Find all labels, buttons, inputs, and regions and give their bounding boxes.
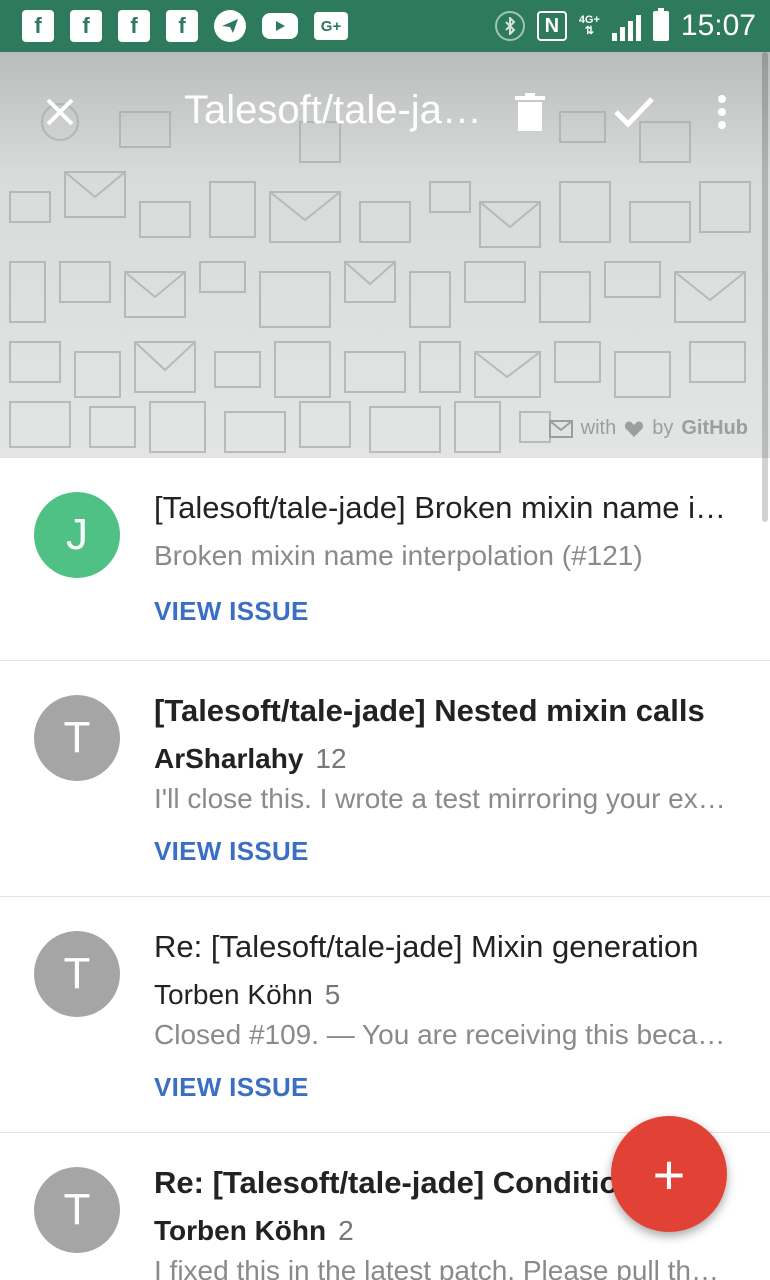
check-icon	[614, 97, 654, 128]
thread-title: Talesoft/tale-jade	[184, 88, 484, 132]
notification-icons: f f f f G+	[0, 10, 348, 42]
avatar[interactable]: T	[34, 695, 120, 781]
status-bar: f f f f G+ N 4G+ ⇅ 15:07	[0, 0, 770, 52]
mail-icon	[548, 419, 573, 438]
facebook-icon: f	[118, 10, 150, 42]
message-count: 2	[338, 1215, 354, 1246]
sender-name: ArSharlahy	[154, 743, 304, 774]
heart-icon	[625, 421, 644, 437]
message-snippet: Broken mixin name interpolation (#121)	[154, 540, 643, 571]
youtube-icon	[262, 13, 298, 39]
close-icon	[46, 98, 74, 126]
message-snippet: I'll close this. I wrote a test mirrorin…	[154, 783, 734, 814]
avatar[interactable]: J	[34, 492, 120, 578]
avatar[interactable]: T	[34, 931, 120, 1017]
message-subject: Re: [Talesoft/tale-jade] Mixin generatio…	[154, 929, 699, 964]
list-item[interactable]: T [Talesoft/tale-jade] Nested mixin call…	[0, 661, 770, 897]
message-count: 12	[315, 743, 347, 774]
close-button[interactable]	[28, 80, 92, 144]
trash-icon	[515, 93, 545, 131]
network-type-label: 4G+ ⇅	[578, 14, 600, 37]
facebook-icon: f	[70, 10, 102, 42]
sender-name: Torben Köhn	[154, 1215, 327, 1246]
compose-button[interactable]: +	[611, 1116, 727, 1232]
message-count: 5	[324, 979, 341, 1010]
signal-icon	[611, 11, 641, 41]
view-issue-link[interactable]: VIEW ISSUE	[154, 596, 309, 627]
facebook-icon: f	[22, 10, 54, 42]
list-item[interactable]: J [Talesoft/tale-jade] Broken mixin name…	[0, 458, 770, 661]
view-issue-link[interactable]: VIEW ISSUE	[154, 1072, 309, 1103]
clock: 15:07	[680, 9, 756, 42]
github-brand: GitHub	[681, 417, 748, 439]
sender-name: Torben Köhn	[154, 979, 313, 1010]
message-subject: [Talesoft/tale-jade] Broken mixin name i…	[154, 490, 734, 525]
message-subject: [Talesoft/tale-jade] Nested mixin calls	[154, 693, 705, 728]
delete-button[interactable]	[500, 80, 560, 144]
bluetooth-icon	[494, 11, 525, 41]
credit-with: with	[580, 417, 617, 439]
credit-by: by	[652, 417, 674, 439]
scrollbar[interactable]	[762, 52, 768, 522]
message-sender: Torben Köhn 2	[154, 1215, 354, 1247]
view-issue-link[interactable]: VIEW ISSUE	[154, 836, 309, 867]
more-options-button[interactable]	[700, 80, 744, 144]
action-bar: Talesoft/tale-jade	[0, 80, 770, 144]
avatar[interactable]: T	[34, 1167, 120, 1253]
message-snippet: Closed #109. — You are receiving this be…	[154, 1019, 734, 1050]
nfc-icon: N	[536, 11, 567, 41]
list-item[interactable]: T Re: [Talesoft/tale-jade] Mixin generat…	[0, 897, 770, 1133]
battery-icon	[652, 8, 669, 41]
facebook-icon: f	[166, 10, 198, 42]
message-sender: ArSharlahy 12	[154, 743, 347, 775]
message-snippet: I fixed this in the latest patch. Please…	[154, 1255, 734, 1280]
telegram-icon	[214, 10, 246, 42]
thread-header: Talesoft/tale-jade with by GitHub	[0, 52, 770, 458]
google-plus-icon: G+	[314, 12, 348, 40]
plus-icon: +	[652, 1142, 686, 1206]
mark-done-button[interactable]	[602, 80, 666, 144]
system-icons: N 4G+ ⇅ 15:07	[494, 0, 756, 52]
message-sender: Torben Köhn 5	[154, 979, 340, 1011]
more-vert-icon	[718, 95, 726, 129]
github-credit: with by GitHub	[548, 417, 748, 440]
